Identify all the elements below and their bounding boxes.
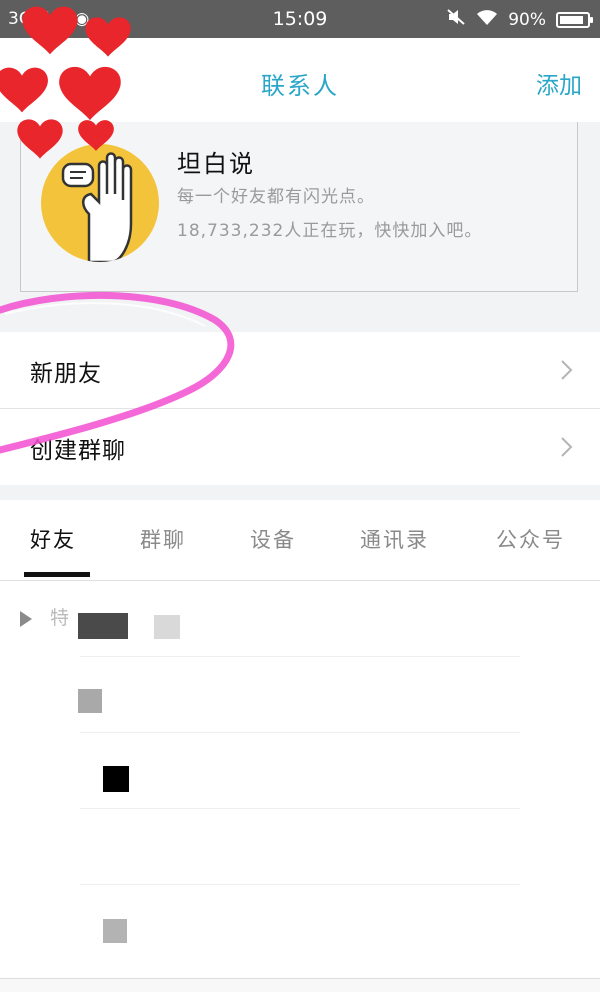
battery-fill [560, 15, 583, 24]
bottom-nav [0, 978, 600, 992]
group-label: 特 [50, 607, 70, 629]
list-item[interactable] [0, 809, 600, 885]
mute-icon [446, 8, 466, 31]
tab-official-accounts[interactable]: 公众号 [496, 524, 565, 554]
wifi-icon [476, 9, 498, 31]
promo-hand-icon [41, 144, 159, 262]
tab-address-book[interactable]: 通讯录 [360, 524, 429, 554]
promo-description: 每一个好友都有闪光点。 [177, 187, 375, 207]
pink-highlight-circle [0, 291, 235, 454]
censor-block [103, 919, 127, 943]
status-icons: 90% [446, 8, 593, 31]
list-item[interactable] [0, 657, 600, 733]
friend-list: 特 [0, 581, 600, 981]
list-item[interactable] [0, 733, 600, 809]
active-tab-indicator [24, 572, 90, 577]
promo-player-count: 18,733,232人正在玩，快快加入吧。 [177, 221, 483, 241]
chevron-right-icon [561, 360, 573, 380]
censor-block [154, 615, 180, 639]
censor-block [78, 613, 128, 639]
heart-stickers [0, 6, 131, 159]
censor-block [103, 766, 129, 792]
list-item[interactable] [0, 885, 600, 961]
censor-block [78, 689, 102, 713]
battery-icon [556, 11, 593, 28]
expand-arrow-icon [20, 611, 32, 627]
tab-friends[interactable]: 好友 [30, 524, 76, 554]
tab-devices[interactable]: 设备 [250, 524, 296, 554]
chevron-right-icon [561, 437, 573, 457]
list-item[interactable]: 特 [0, 581, 600, 657]
contact-tabs: 好友 群聊 设备 通讯录 公众号 [0, 500, 600, 581]
tab-group-chats[interactable]: 群聊 [140, 524, 186, 554]
promo-title: 坦白说 [177, 150, 255, 178]
add-button[interactable]: 添加 [536, 66, 582, 100]
battery-percent: 90% [508, 9, 546, 30]
